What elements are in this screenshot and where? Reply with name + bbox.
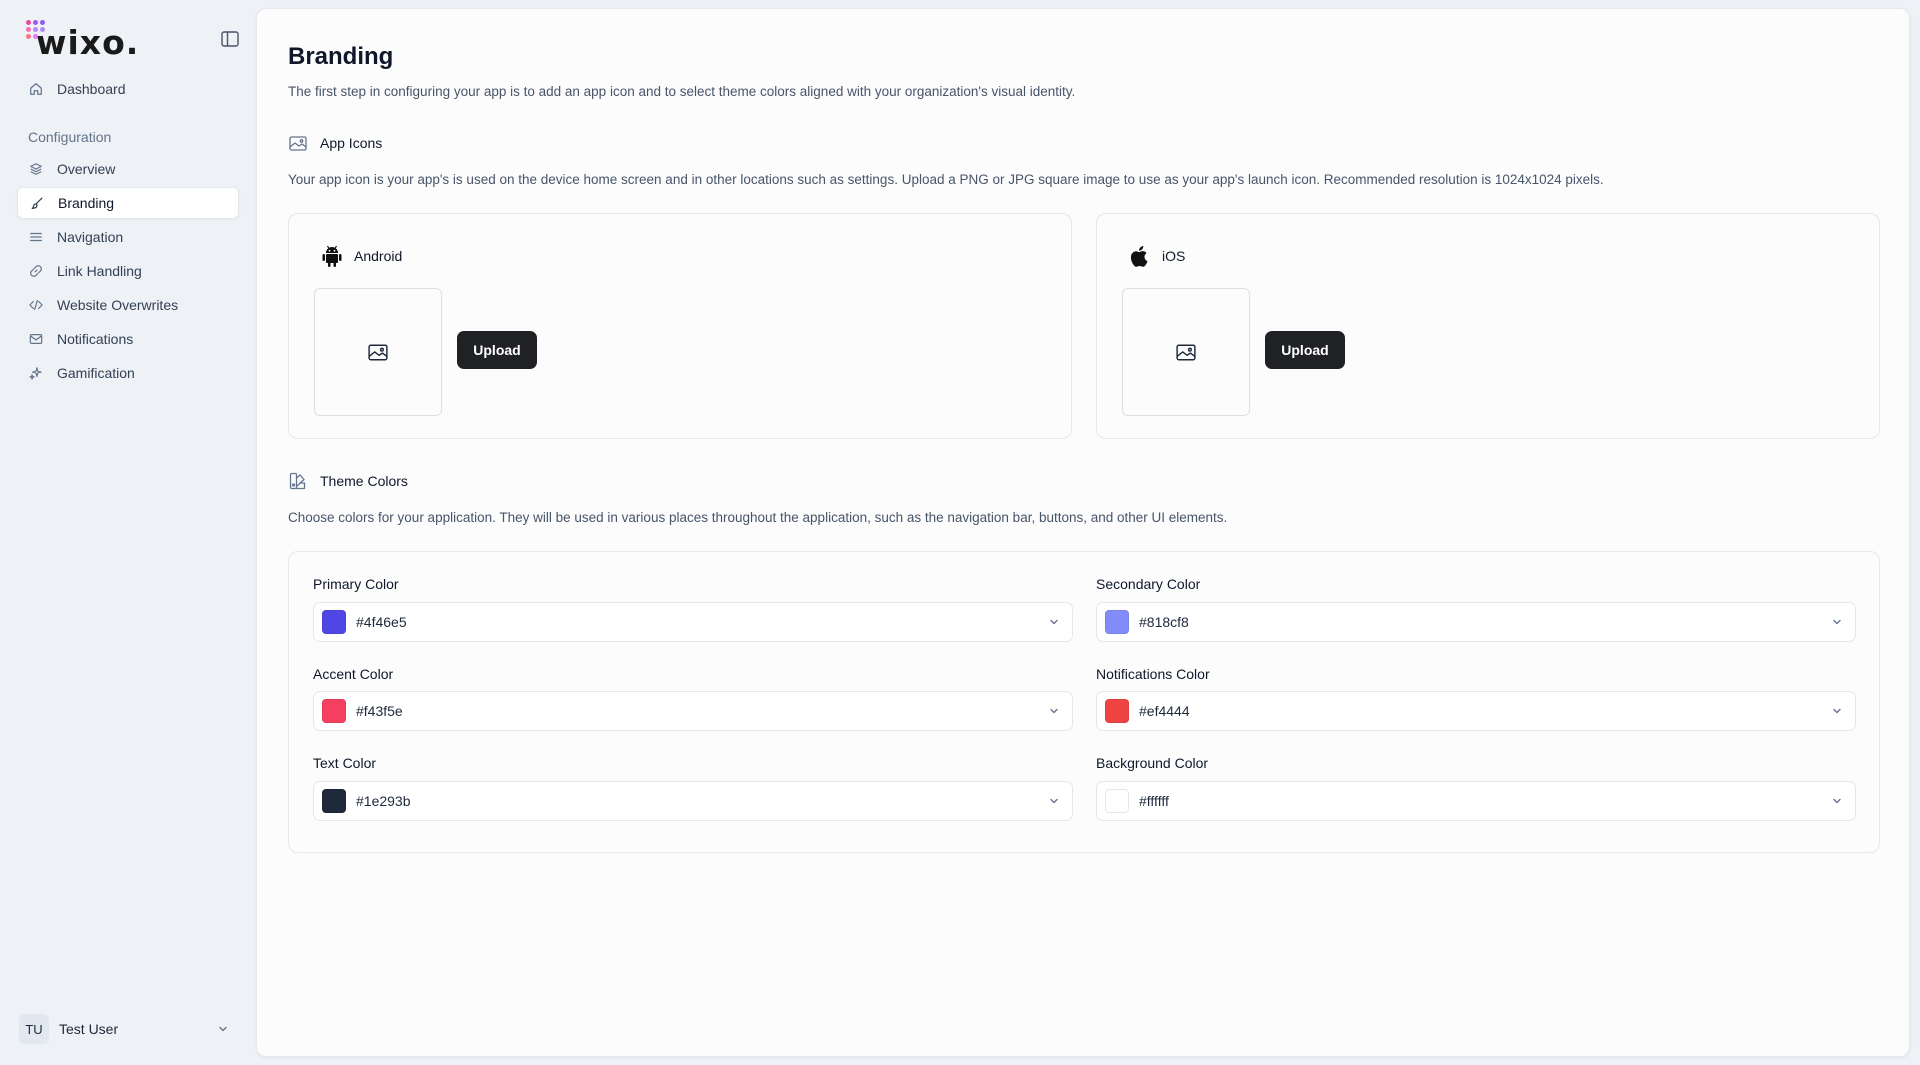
android-icon-card: Android Upload — [288, 213, 1072, 439]
logo-dots — [26, 20, 52, 46]
android-label: Android — [354, 248, 403, 264]
theme-colors-card: Primary Color #4f46e5 Secondary Color #8… — [288, 551, 1880, 853]
background-color-select[interactable]: #ffffff — [1096, 781, 1856, 821]
sidebar-item-gamification[interactable]: Gamification — [17, 357, 239, 389]
sidebar-item-branding[interactable]: Branding — [17, 187, 239, 219]
brush-icon — [29, 195, 45, 211]
user-name: Test User — [59, 1021, 119, 1037]
text-color-label: Text Color — [313, 755, 377, 771]
sparkles-icon — [28, 365, 44, 381]
secondary-color-label: Secondary Color — [1096, 576, 1201, 592]
swatch-book-icon — [288, 471, 308, 491]
sidebar-item-label: Link Handling — [57, 263, 142, 279]
image-placeholder-icon — [368, 344, 388, 360]
apple-icon — [1128, 244, 1152, 268]
page-description: The first step in configuring your app i… — [288, 84, 1076, 99]
primary-color-swatch — [322, 610, 346, 634]
sidebar-item-label: Dashboard — [57, 81, 126, 97]
secondary-color-value: #818cf8 — [1139, 614, 1189, 630]
chevron-down-icon — [1046, 703, 1062, 719]
notifications-color-swatch — [1105, 699, 1129, 723]
text-color-swatch — [322, 789, 346, 813]
theme-colors-description: Choose colors for your application. They… — [288, 510, 1228, 525]
menu-lines-icon — [28, 229, 44, 245]
sidebar-section-title: Configuration — [28, 129, 112, 145]
image-icon — [288, 133, 308, 153]
secondary-color-select[interactable]: #818cf8 — [1096, 602, 1856, 642]
sidebar-toggle-icon[interactable] — [220, 29, 240, 49]
secondary-color-swatch — [1105, 610, 1129, 634]
theme-colors-title: Theme Colors — [320, 473, 408, 489]
sidebar-item-website-overwrites[interactable]: Website Overwrites — [17, 289, 239, 321]
avatar: TU — [19, 1014, 49, 1044]
ios-label: iOS — [1162, 248, 1186, 264]
page-title: Branding — [288, 43, 394, 70]
chevron-down-icon — [1829, 614, 1845, 630]
user-menu[interactable]: TU Test User — [19, 1013, 231, 1045]
layers-icon — [28, 161, 44, 177]
accent-color-select[interactable]: #f43f5e — [313, 691, 1073, 731]
app-icons-title: App Icons — [320, 135, 383, 151]
chevron-down-icon — [1829, 793, 1845, 809]
ios-icon-preview[interactable] — [1122, 288, 1250, 416]
main-panel: Branding The first step in configuring y… — [256, 8, 1910, 1057]
notifications-color-value: #ef4444 — [1139, 703, 1190, 719]
chevron-down-icon — [215, 1021, 231, 1037]
theme-colors-heading: Theme Colors — [288, 471, 408, 491]
sidebar-item-label: Gamification — [57, 365, 135, 381]
primary-color-value: #4f46e5 — [356, 614, 407, 630]
link-icon — [28, 263, 44, 279]
sidebar-item-label: Website Overwrites — [57, 297, 179, 313]
android-upload-button[interactable]: Upload — [457, 331, 537, 369]
sidebar-item-label: Navigation — [57, 229, 124, 245]
app-icons-heading: App Icons — [288, 133, 382, 153]
ios-upload-button[interactable]: Upload — [1265, 331, 1345, 369]
sidebar-item-dashboard[interactable]: Dashboard — [17, 73, 239, 105]
home-icon — [28, 81, 44, 97]
accent-color-value: #f43f5e — [356, 703, 403, 719]
android-heading: Android — [320, 244, 402, 268]
accent-color-label: Accent Color — [313, 666, 394, 682]
notifications-color-label: Notifications Color — [1096, 666, 1210, 682]
chevron-down-icon — [1046, 793, 1062, 809]
background-color-label: Background Color — [1096, 755, 1209, 771]
chevron-down-icon — [1829, 703, 1845, 719]
sidebar-item-label: Branding — [58, 195, 115, 211]
sidebar-item-label: Overview — [57, 161, 116, 177]
primary-color-select[interactable]: #4f46e5 — [313, 602, 1073, 642]
sidebar: wixo. Dashboard Configuration Overview B… — [0, 0, 256, 1065]
android-icon-preview[interactable] — [314, 288, 442, 416]
wixo-logo[interactable]: wixo. — [26, 16, 139, 62]
background-color-swatch — [1105, 789, 1129, 813]
sidebar-item-link-handling[interactable]: Link Handling — [17, 255, 239, 287]
app-icons-description: Your app icon is your app's is used on t… — [288, 172, 1604, 187]
image-placeholder-icon — [1176, 344, 1196, 360]
ios-heading: iOS — [1128, 244, 1185, 268]
mail-icon — [28, 331, 44, 347]
logo-row: wixo. — [26, 16, 240, 62]
chevron-down-icon — [1046, 614, 1062, 630]
text-color-select[interactable]: #1e293b — [313, 781, 1073, 821]
ios-icon-card: iOS Upload — [1096, 213, 1880, 439]
sidebar-item-overview[interactable]: Overview — [17, 153, 239, 185]
text-color-value: #1e293b — [356, 793, 411, 809]
primary-color-label: Primary Color — [313, 576, 399, 592]
background-color-value: #ffffff — [1139, 793, 1169, 809]
sidebar-item-notifications[interactable]: Notifications — [17, 323, 239, 355]
notifications-color-select[interactable]: #ef4444 — [1096, 691, 1856, 731]
sidebar-item-navigation[interactable]: Navigation — [17, 221, 239, 253]
android-icon — [320, 244, 344, 268]
code-icon — [28, 297, 44, 313]
sidebar-item-label: Notifications — [57, 331, 134, 347]
accent-color-swatch — [322, 699, 346, 723]
